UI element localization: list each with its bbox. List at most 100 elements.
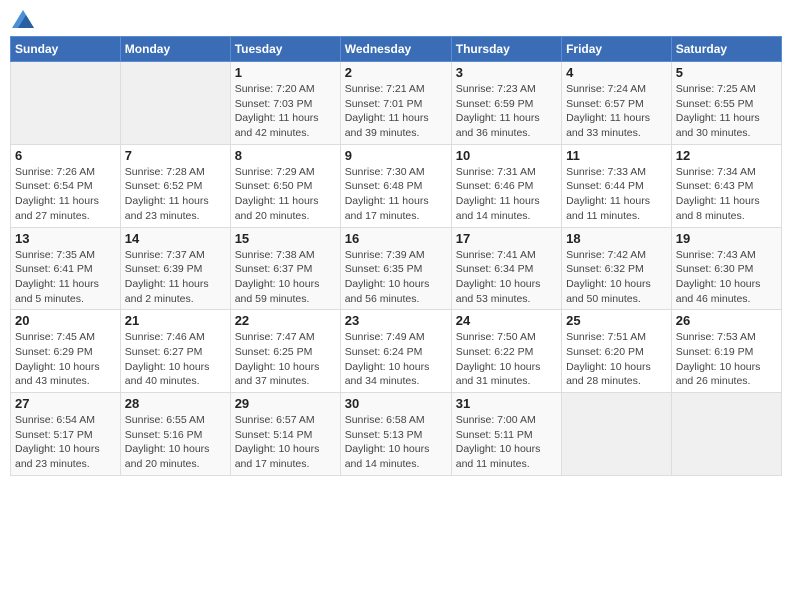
day-info: Sunrise: 6:54 AM Sunset: 5:17 PM Dayligh… [15,413,116,472]
day-info: Sunrise: 7:45 AM Sunset: 6:29 PM Dayligh… [15,330,116,389]
day-number: 20 [15,313,116,328]
header-wednesday: Wednesday [340,37,451,62]
calendar-cell: 2 Sunrise: 7:21 AM Sunset: 7:01 PM Daylig… [340,62,451,145]
day-number: 31 [456,396,557,411]
calendar-cell: 15Sunrise: 7:38 AM Sunset: 6:37 PM Dayli… [230,227,340,310]
calendar-cell: 1Sunrise: 7:20 AM Sunset: 7:03 PM Daylig… [230,62,340,145]
calendar-cell: 9 Sunrise: 7:30 AM Sunset: 6:48 PM Daylig… [340,144,451,227]
day-info: Sunrise: 7:31 AM Sunset: 6:46 PM Dayligh… [456,165,557,224]
calendar-week-row: 27Sunrise: 6:54 AM Sunset: 5:17 PM Dayli… [11,393,782,476]
calendar-cell: 13 Sunrise: 7:35 AM Sunset: 6:41 PM Dayli… [11,227,121,310]
calendar-cell: 29Sunrise: 6:57 AM Sunset: 5:14 PM Dayli… [230,393,340,476]
day-info: Sunrise: 7:43 AM Sunset: 6:30 PM Dayligh… [676,248,777,307]
day-number: 5 [676,65,777,80]
day-number: 3 [456,65,557,80]
calendar-cell: 24 Sunrise: 7:50 AM Sunset: 6:22 PM Dayli… [451,310,561,393]
calendar-cell: 27Sunrise: 6:54 AM Sunset: 5:17 PM Dayli… [11,393,121,476]
day-number: 9 [345,148,447,163]
day-number: 30 [345,396,447,411]
calendar-cell: 14 Sunrise: 7:37 AM Sunset: 6:39 PM Dayli… [120,227,230,310]
day-info: Sunrise: 7:28 AM Sunset: 6:52 PM Dayligh… [125,165,226,224]
day-info: Sunrise: 7:24 AM Sunset: 6:57 PM Dayligh… [566,82,667,141]
calendar-cell: 23 Sunrise: 7:49 AM Sunset: 6:24 PM Dayli… [340,310,451,393]
calendar-table: SundayMondayTuesdayWednesdayThursdayFrid… [10,36,782,476]
header-friday: Friday [562,37,672,62]
calendar-week-row: 20 Sunrise: 7:45 AM Sunset: 6:29 PM Dayli… [11,310,782,393]
calendar-cell [562,393,672,476]
day-info: Sunrise: 6:55 AM Sunset: 5:16 PM Dayligh… [125,413,226,472]
calendar-cell: 10Sunrise: 7:31 AM Sunset: 6:46 PM Dayli… [451,144,561,227]
day-info: Sunrise: 7:46 AM Sunset: 6:27 PM Dayligh… [125,330,226,389]
day-number: 11 [566,148,667,163]
day-info: Sunrise: 7:38 AM Sunset: 6:37 PM Dayligh… [235,248,336,307]
day-number: 4 [566,65,667,80]
day-number: 13 [15,231,116,246]
calendar-cell: 6 Sunrise: 7:26 AM Sunset: 6:54 PM Daylig… [11,144,121,227]
day-number: 23 [345,313,447,328]
calendar-cell: 30 Sunrise: 6:58 AM Sunset: 5:13 PM Dayli… [340,393,451,476]
calendar-cell: 7 Sunrise: 7:28 AM Sunset: 6:52 PM Daylig… [120,144,230,227]
day-number: 19 [676,231,777,246]
calendar-cell: 4 Sunrise: 7:24 AM Sunset: 6:57 PM Daylig… [562,62,672,145]
calendar-cell [671,393,781,476]
page-header [10,10,782,28]
day-number: 22 [235,313,336,328]
header-thursday: Thursday [451,37,561,62]
calendar-cell: 19 Sunrise: 7:43 AM Sunset: 6:30 PM Dayli… [671,227,781,310]
calendar-cell: 16 Sunrise: 7:39 AM Sunset: 6:35 PM Dayli… [340,227,451,310]
day-info: Sunrise: 7:49 AM Sunset: 6:24 PM Dayligh… [345,330,447,389]
day-number: 29 [235,396,336,411]
day-info: Sunrise: 7:37 AM Sunset: 6:39 PM Dayligh… [125,248,226,307]
calendar-cell: 26 Sunrise: 7:53 AM Sunset: 6:19 PM Dayli… [671,310,781,393]
calendar-cell: 18Sunrise: 7:42 AM Sunset: 6:32 PM Dayli… [562,227,672,310]
day-number: 7 [125,148,226,163]
day-info: Sunrise: 7:00 AM Sunset: 5:11 PM Dayligh… [456,413,557,472]
day-number: 16 [345,231,447,246]
calendar-week-row: 13 Sunrise: 7:35 AM Sunset: 6:41 PM Dayli… [11,227,782,310]
header-monday: Monday [120,37,230,62]
calendar-cell: 3 Sunrise: 7:23 AM Sunset: 6:59 PM Daylig… [451,62,561,145]
header-tuesday: Tuesday [230,37,340,62]
day-number: 24 [456,313,557,328]
calendar-cell: 31 Sunrise: 7:00 AM Sunset: 5:11 PM Dayli… [451,393,561,476]
day-number: 14 [125,231,226,246]
day-info: Sunrise: 7:33 AM Sunset: 6:44 PM Dayligh… [566,165,667,224]
header-sunday: Sunday [11,37,121,62]
logo-icon [12,10,34,28]
calendar-cell: 28 Sunrise: 6:55 AM Sunset: 5:16 PM Dayli… [120,393,230,476]
calendar-cell: 11 Sunrise: 7:33 AM Sunset: 6:44 PM Dayli… [562,144,672,227]
calendar-week-row: 1Sunrise: 7:20 AM Sunset: 7:03 PM Daylig… [11,62,782,145]
calendar-cell: 25 Sunrise: 7:51 AM Sunset: 6:20 PM Dayli… [562,310,672,393]
day-info: Sunrise: 7:50 AM Sunset: 6:22 PM Dayligh… [456,330,557,389]
calendar-cell: 8 Sunrise: 7:29 AM Sunset: 6:50 PM Daylig… [230,144,340,227]
day-number: 21 [125,313,226,328]
day-info: Sunrise: 7:41 AM Sunset: 6:34 PM Dayligh… [456,248,557,307]
day-number: 25 [566,313,667,328]
day-number: 2 [345,65,447,80]
header-saturday: Saturday [671,37,781,62]
day-info: Sunrise: 7:21 AM Sunset: 7:01 PM Dayligh… [345,82,447,141]
day-number: 12 [676,148,777,163]
day-info: Sunrise: 7:30 AM Sunset: 6:48 PM Dayligh… [345,165,447,224]
day-info: Sunrise: 7:51 AM Sunset: 6:20 PM Dayligh… [566,330,667,389]
day-number: 18 [566,231,667,246]
day-info: Sunrise: 6:58 AM Sunset: 5:13 PM Dayligh… [345,413,447,472]
calendar-cell: 12Sunrise: 7:34 AM Sunset: 6:43 PM Dayli… [671,144,781,227]
day-number: 8 [235,148,336,163]
calendar-cell: 21 Sunrise: 7:46 AM Sunset: 6:27 PM Dayli… [120,310,230,393]
day-number: 26 [676,313,777,328]
day-info: Sunrise: 7:26 AM Sunset: 6:54 PM Dayligh… [15,165,116,224]
day-number: 28 [125,396,226,411]
calendar-cell: 5 Sunrise: 7:25 AM Sunset: 6:55 PM Daylig… [671,62,781,145]
day-number: 6 [15,148,116,163]
logo [10,10,34,28]
day-info: Sunrise: 7:53 AM Sunset: 6:19 PM Dayligh… [676,330,777,389]
day-info: Sunrise: 7:20 AM Sunset: 7:03 PM Dayligh… [235,82,336,141]
calendar-week-row: 6 Sunrise: 7:26 AM Sunset: 6:54 PM Daylig… [11,144,782,227]
day-info: Sunrise: 7:29 AM Sunset: 6:50 PM Dayligh… [235,165,336,224]
calendar-header-row: SundayMondayTuesdayWednesdayThursdayFrid… [11,37,782,62]
day-info: Sunrise: 7:35 AM Sunset: 6:41 PM Dayligh… [15,248,116,307]
day-info: Sunrise: 7:23 AM Sunset: 6:59 PM Dayligh… [456,82,557,141]
day-info: Sunrise: 7:25 AM Sunset: 6:55 PM Dayligh… [676,82,777,141]
day-info: Sunrise: 7:39 AM Sunset: 6:35 PM Dayligh… [345,248,447,307]
